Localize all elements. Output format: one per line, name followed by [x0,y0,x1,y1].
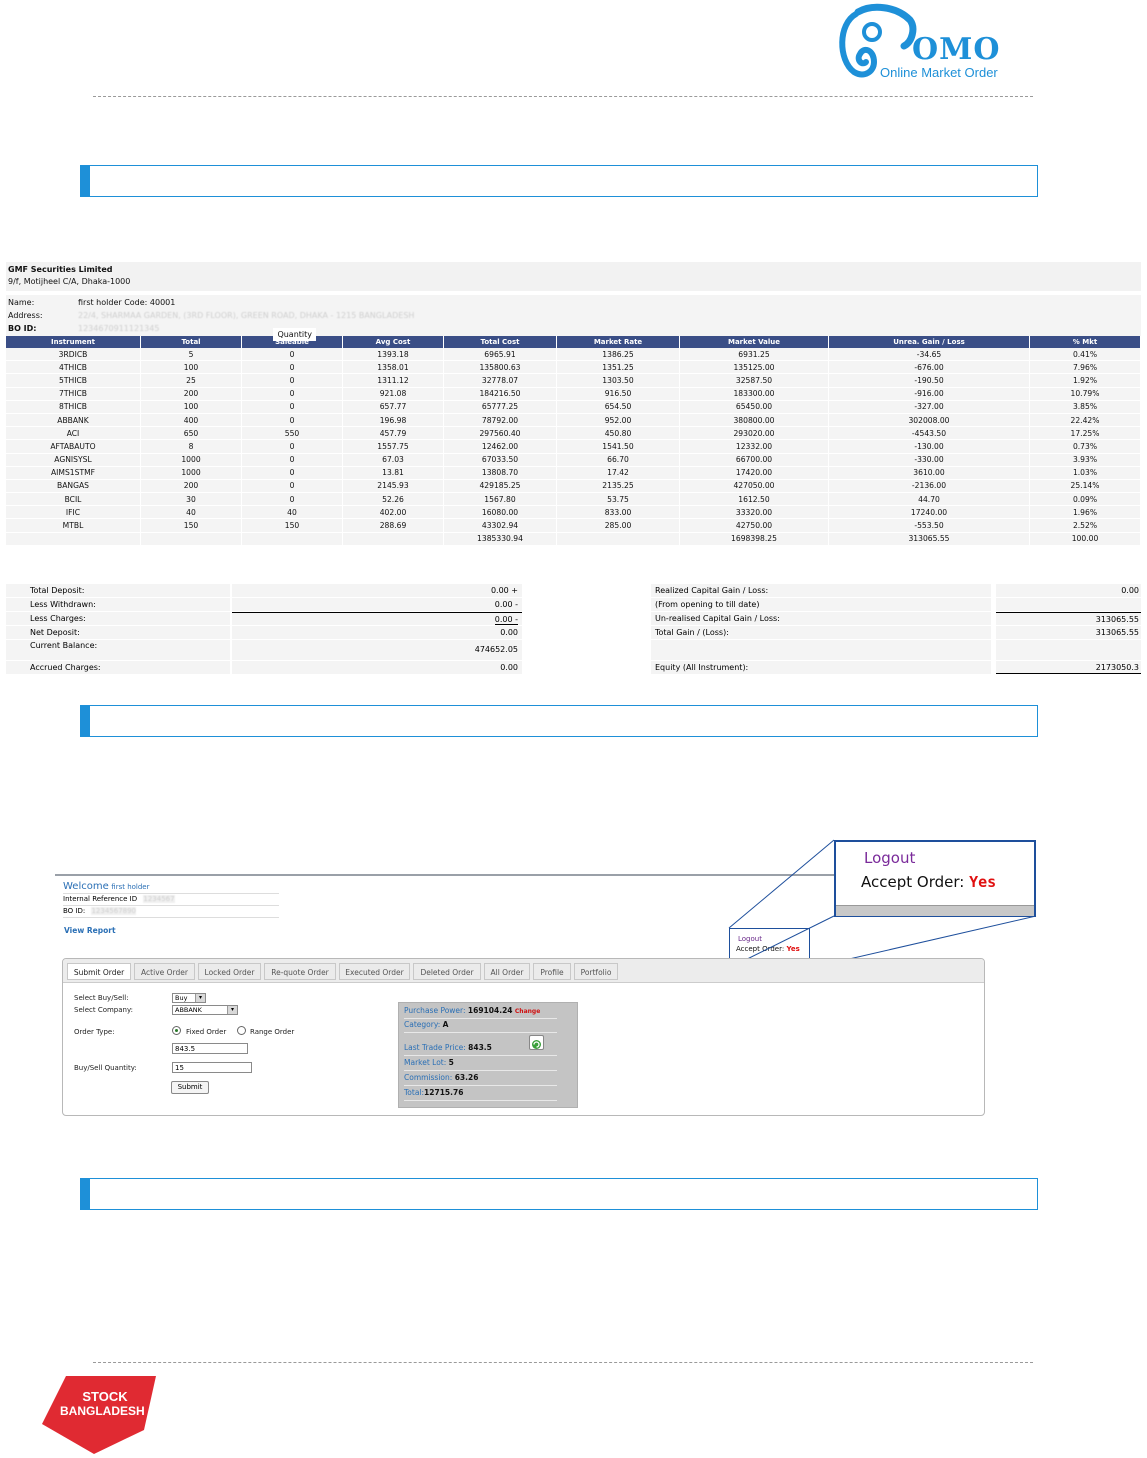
change-link[interactable]: Change [515,1008,540,1015]
buy-sell-select[interactable]: Buy ▾ [172,993,206,1003]
chevron-down-icon: ▾ [227,1006,237,1014]
purchase-power-row: Purchase Power: 169104.24 Change [404,1004,557,1019]
order-type-label: Order Type: [74,1028,115,1036]
fixed-order-label: Fixed Order [186,1028,227,1036]
total-row: Total:12715.76 [404,1086,557,1101]
purchase-power-value: 169104.24 [467,1006,513,1015]
commission-value: 63.26 [454,1073,479,1082]
price-input[interactable]: 843.5 [172,1043,248,1054]
category-row: Category: A [404,1018,557,1033]
market-lot-value: 5 [448,1058,454,1067]
company-value: ABBANK [175,1006,202,1014]
tab-all-order[interactable]: All Order [484,963,530,980]
commission-row: Commission: 63.26 [404,1071,557,1086]
category-value: A [442,1020,449,1029]
tab-active-order[interactable]: Active Order [134,963,195,980]
buy-sell-value: Buy [175,994,188,1002]
market-lot-row: Market Lot: 5 [404,1056,557,1071]
range-order-radio[interactable] [237,1026,246,1035]
tab-submit-order[interactable]: Submit Order [67,963,131,980]
brand-line-2: BANGLADESH [60,1404,145,1418]
refresh-icon [532,1040,541,1049]
ltp-label: Last Trade Price: [404,1043,466,1052]
accept-order-value: Yes [969,873,997,891]
chevron-down-icon: ▾ [195,994,205,1002]
bottom-divider [93,1362,1033,1363]
purchase-power-label: Purchase Power: [404,1006,466,1015]
logout-link[interactable]: Logout [864,849,915,867]
company-select[interactable]: ABBANK ▾ [172,1005,238,1015]
tab-executed-order[interactable]: Executed Order [339,963,410,980]
callout-grey-band [836,905,1034,916]
quantity-label: Buy/Sell Quantity: [74,1064,137,1072]
accept-order-label: Accept Order: [861,873,965,891]
zoom-callout: Logout Accept Order: Yes [834,840,1036,917]
refresh-button[interactable] [529,1035,544,1050]
tab-deleted-order[interactable]: Deleted Order [413,963,481,980]
tab-profile[interactable]: Profile [533,963,571,980]
radio-dot-icon [175,1029,178,1032]
submit-button[interactable]: Submit [171,1081,209,1094]
category-label: Category: [404,1020,441,1029]
tab-locked-order[interactable]: Locked Order [198,963,261,980]
company-label: Select Company: [74,1006,133,1014]
buy-sell-label: Select Buy/Sell: [74,994,129,1002]
total-label: Total: [404,1088,425,1097]
tab-requote-order[interactable]: Re-quote Order [264,963,336,980]
range-order-label: Range Order [250,1028,295,1036]
commission-label: Commission: [404,1073,453,1082]
section-bar-3 [80,1178,1038,1210]
brand-text: STOCK BANGLADESH [60,1389,145,1419]
quantity-input[interactable]: 15 [172,1062,252,1073]
ltp-value: 843.5 [468,1043,492,1052]
tab-portfolio[interactable]: Portfolio [574,963,618,980]
zoom-callout-lines [728,839,1037,969]
accept-order-status: Accept Order: Yes [861,873,996,891]
brand-line-1: STOCK [82,1389,128,1404]
fixed-order-radio[interactable] [172,1026,181,1035]
order-info-box: Purchase Power: 169104.24 Change Categor… [398,1002,578,1108]
stock-bangladesh-logo: STOCK BANGLADESH [40,1374,158,1454]
total-value: 12715.76 [424,1088,464,1097]
market-lot-label: Market Lot: [404,1058,447,1067]
